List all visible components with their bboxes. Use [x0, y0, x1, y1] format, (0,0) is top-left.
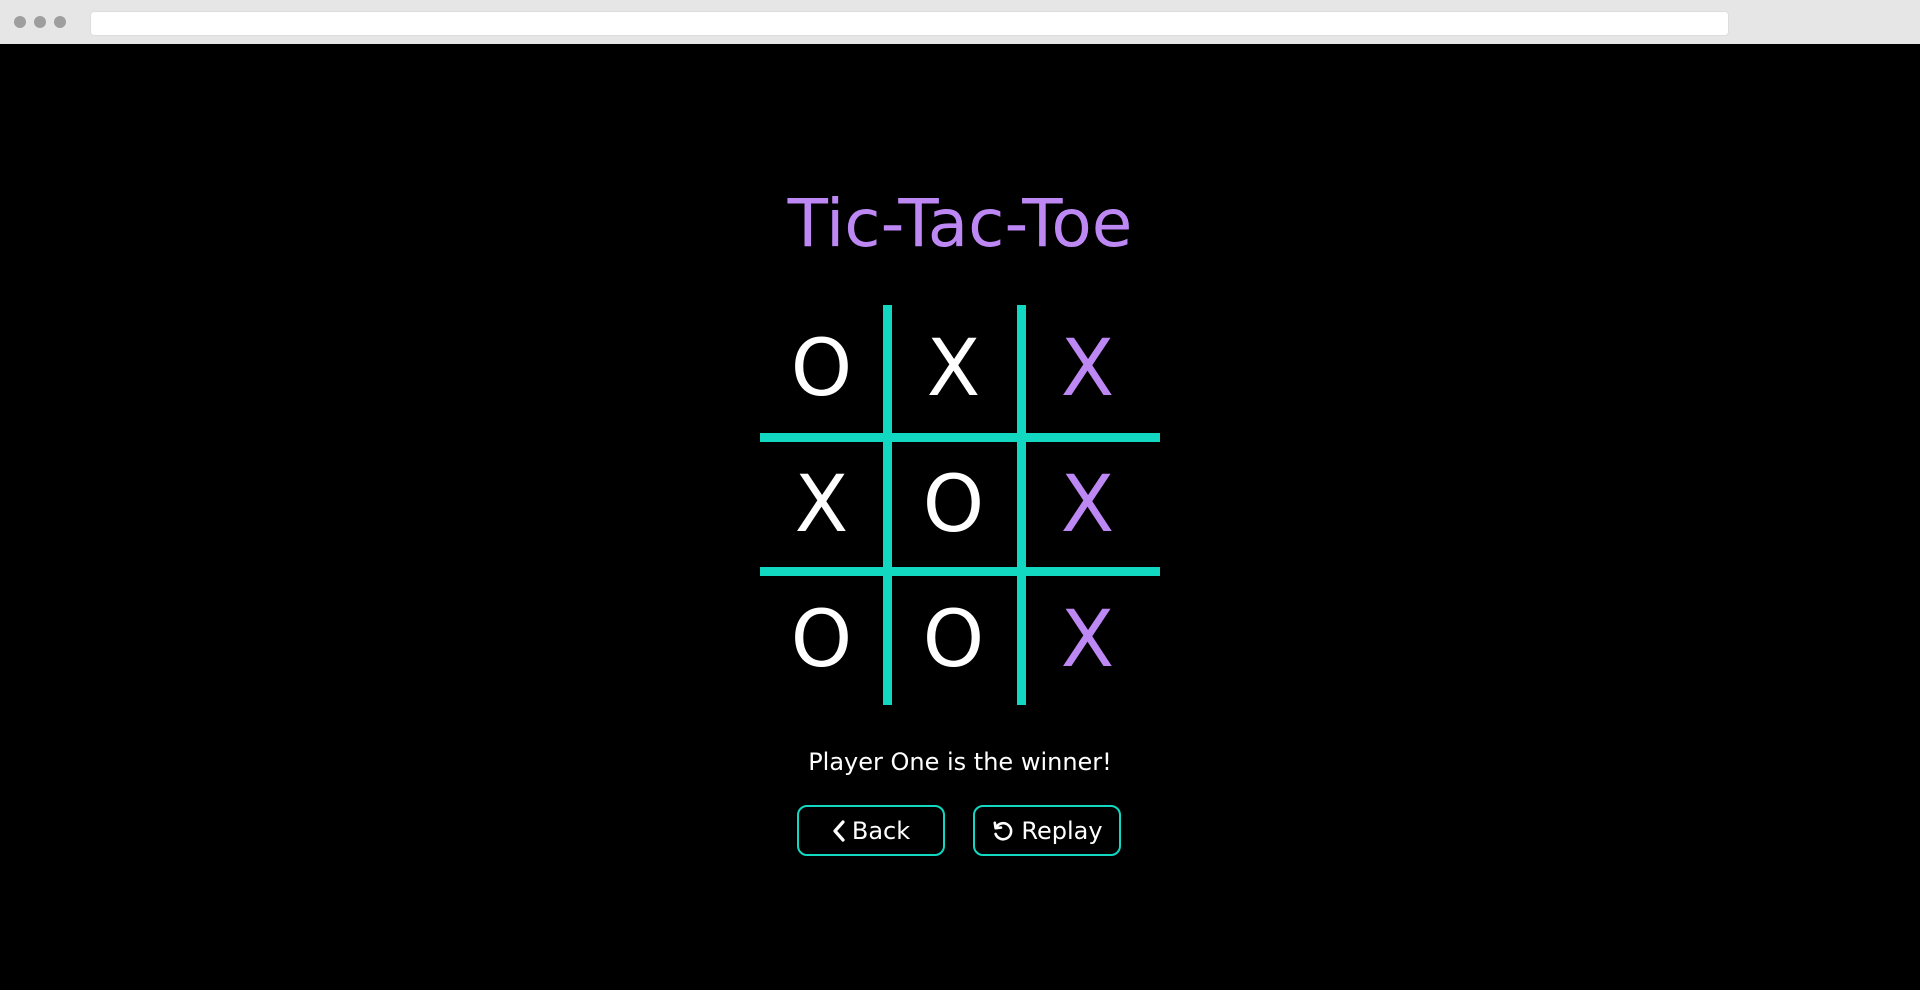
page-title: Tic-Tac-Toe: [787, 185, 1133, 262]
back-button[interactable]: Back: [797, 805, 945, 856]
grid-line-horizontal: [760, 433, 1160, 442]
board-cell[interactable]: X: [760, 442, 883, 567]
window-close-dot[interactable]: [14, 16, 26, 28]
back-button-label: Back: [851, 816, 911, 845]
board-cell[interactable]: O: [760, 576, 883, 704]
board-cell[interactable]: O: [760, 305, 883, 433]
board-cell[interactable]: X: [1026, 442, 1149, 567]
game-viewport: Tic-Tac-Toe O X X X O X O O X Player One…: [0, 44, 1920, 990]
game-status-message: Player One is the winner!: [808, 748, 1112, 776]
board-cell[interactable]: X: [1026, 576, 1149, 704]
browser-toolbar: [0, 0, 1920, 45]
replay-icon: [991, 819, 1015, 843]
board-cell[interactable]: X: [892, 305, 1015, 433]
address-bar[interactable]: [90, 11, 1729, 36]
board-cell[interactable]: X: [1026, 305, 1149, 433]
board-cell[interactable]: O: [892, 576, 1015, 704]
board-cell[interactable]: O: [892, 442, 1015, 567]
grid-line-vertical: [1017, 305, 1026, 705]
grid-line-vertical: [883, 305, 892, 705]
chevron-left-icon: [832, 819, 846, 842]
replay-button[interactable]: Replay: [973, 805, 1121, 856]
grid-line-horizontal: [760, 567, 1160, 576]
replay-button-label: Replay: [1021, 816, 1103, 845]
window-maximize-dot[interactable]: [54, 16, 66, 28]
window-minimize-dot[interactable]: [34, 16, 46, 28]
game-board: O X X X O X O O X: [760, 305, 1160, 705]
